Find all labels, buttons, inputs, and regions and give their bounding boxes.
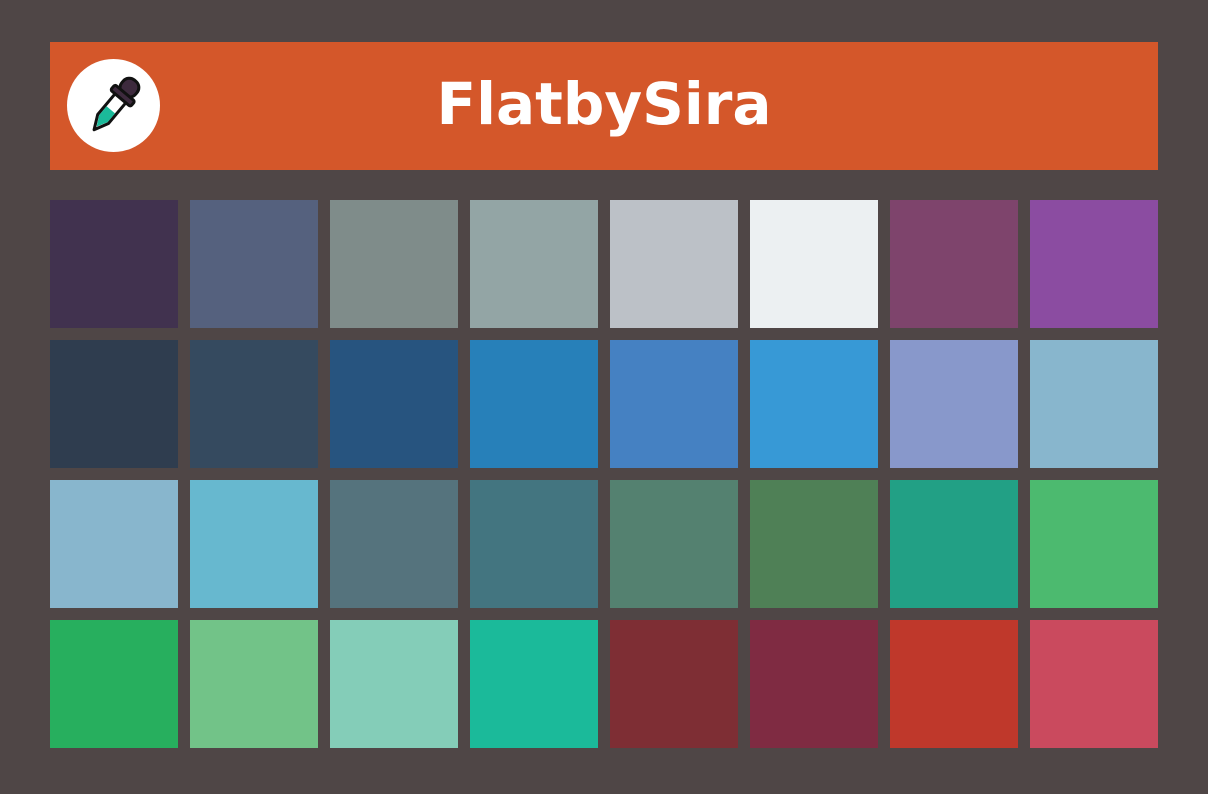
color-swatch[interactable] (890, 620, 1018, 748)
color-swatch[interactable] (890, 340, 1018, 468)
color-swatch[interactable] (750, 340, 878, 468)
page-title: FlatbySira (436, 70, 772, 138)
color-swatch[interactable] (470, 340, 598, 468)
color-swatch[interactable] (470, 480, 598, 608)
color-swatch[interactable] (1030, 200, 1158, 328)
color-swatch[interactable] (190, 620, 318, 748)
color-swatch[interactable] (50, 480, 178, 608)
color-swatch[interactable] (330, 340, 458, 468)
color-swatch[interactable] (610, 340, 738, 468)
color-swatch[interactable] (750, 620, 878, 748)
color-swatch[interactable] (750, 200, 878, 328)
color-swatch[interactable] (750, 480, 878, 608)
color-swatch[interactable] (330, 480, 458, 608)
color-swatch[interactable] (190, 200, 318, 328)
color-swatch[interactable] (190, 340, 318, 468)
color-palette-grid (50, 200, 1158, 748)
color-swatch[interactable] (470, 200, 598, 328)
color-swatch[interactable] (50, 620, 178, 748)
color-swatch[interactable] (1030, 340, 1158, 468)
color-swatch[interactable] (890, 480, 1018, 608)
color-swatch[interactable] (610, 620, 738, 748)
color-swatch[interactable] (330, 200, 458, 328)
color-swatch[interactable] (190, 480, 318, 608)
color-swatch[interactable] (1030, 480, 1158, 608)
color-swatch[interactable] (50, 200, 178, 328)
color-swatch[interactable] (610, 480, 738, 608)
color-swatch[interactable] (1030, 620, 1158, 748)
header-banner: FlatbySira (50, 42, 1158, 170)
color-swatch[interactable] (610, 200, 738, 328)
color-swatch[interactable] (890, 200, 1018, 328)
color-swatch[interactable] (330, 620, 458, 748)
color-swatch[interactable] (470, 620, 598, 748)
color-swatch[interactable] (50, 340, 178, 468)
